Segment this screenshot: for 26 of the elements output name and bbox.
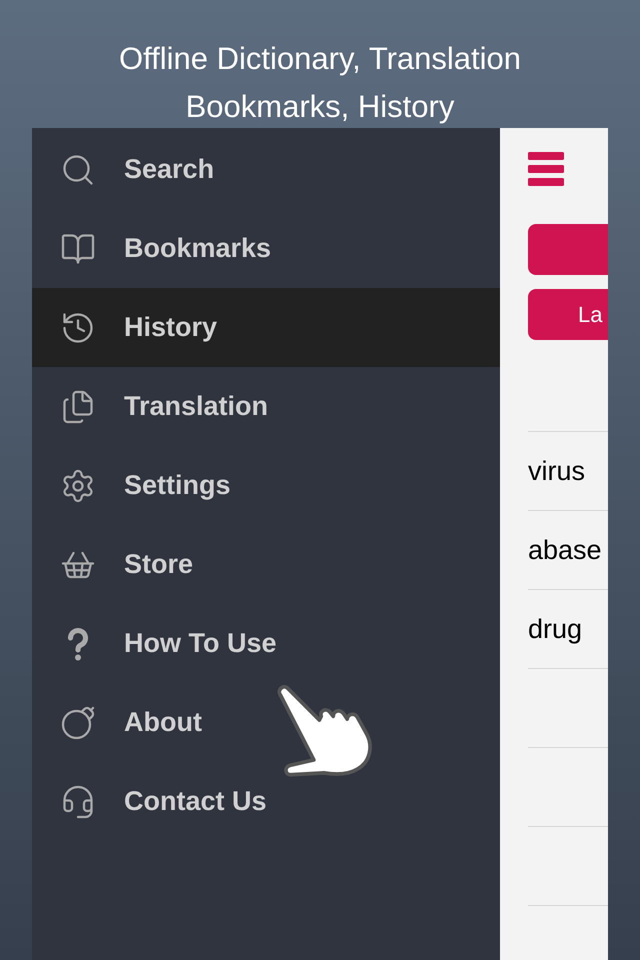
menu-item[interactable]: How To Use [32,604,500,683]
word-entry[interactable]: drug [528,608,582,650]
menu-label: Translation [124,390,268,424]
menu-item[interactable]: History [32,288,500,367]
action-button[interactable]: La [528,289,608,340]
bomb-icon [60,704,96,740]
menu-item[interactable]: Translation [32,367,500,446]
headline-text: Offline Dictionary, Translation [118,40,522,78]
menu-item[interactable]: Store [32,525,500,604]
menu-label: About [124,706,202,740]
word-entry[interactable]: virus [528,450,586,492]
menu-item[interactable]: Bookmarks [32,209,500,288]
menu-item[interactable]: Settings [32,446,500,525]
menu-item[interactable]: About [32,683,500,762]
menu-label: Contact Us [124,785,267,818]
menu-label: How To Use [124,627,277,660]
menu-label: Bookmarks [124,232,272,266]
menu-label: Search [124,153,214,186]
word-entry[interactable]: abase [528,530,602,570]
menu-label: Settings [124,469,231,502]
menu-item[interactable]: Contact Us [32,762,500,841]
menu-item[interactable]: Search [32,130,500,209]
menu-icon[interactable] [528,152,564,186]
menu-label: Store [124,548,194,582]
menu-label: History [124,311,218,344]
headline-text: Bookmarks, History [186,88,454,126]
